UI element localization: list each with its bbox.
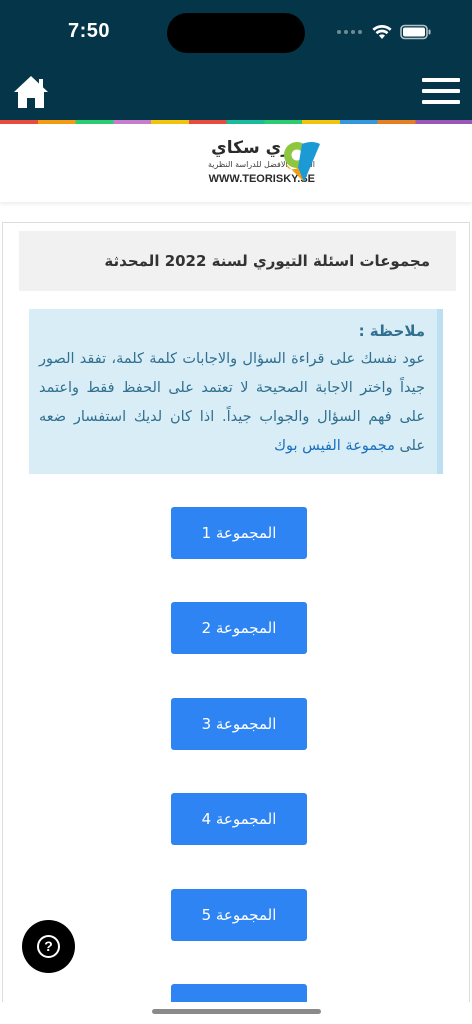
home-indicator bbox=[152, 1009, 321, 1014]
note-box: ملاحظة : عود نفسك على قراءة السؤال والاج… bbox=[29, 309, 443, 474]
wifi-icon bbox=[372, 24, 392, 39]
group-6-button-partial[interactable] bbox=[171, 984, 307, 1002]
home-button[interactable] bbox=[12, 74, 50, 110]
signal-dots-icon bbox=[337, 30, 362, 34]
facebook-group-link[interactable]: مجموعة الفيس بوك bbox=[274, 438, 395, 454]
status-bar: 7:50 bbox=[0, 0, 472, 64]
help-question-icon: ? bbox=[37, 935, 60, 958]
page-title: مجموعات اسئلة التيوري لسنة 2022 المحدثة bbox=[19, 231, 456, 291]
logo-pin-icon bbox=[284, 142, 320, 182]
system-icons bbox=[337, 22, 432, 42]
note-title: ملاحظة : bbox=[358, 322, 425, 340]
status-time: 7:50 bbox=[68, 20, 111, 42]
logo-bar: تيوري سكاي الوسيلة الافضل للدراسة النظري… bbox=[0, 124, 472, 202]
home-icon bbox=[14, 76, 48, 108]
battery-icon bbox=[400, 24, 431, 40]
group-5-button[interactable]: المجموعة 5 bbox=[171, 889, 307, 941]
help-button[interactable]: ? bbox=[22, 920, 75, 973]
dynamic-island bbox=[167, 13, 305, 53]
group-3-button[interactable]: المجموعة 3 bbox=[171, 698, 307, 750]
group-2-button[interactable]: المجموعة 2 bbox=[171, 602, 307, 654]
hamburger-menu-icon[interactable] bbox=[422, 78, 460, 108]
content-card: مجموعات اسئلة التيوري لسنة 2022 المحدثة … bbox=[2, 222, 470, 1002]
app-header bbox=[0, 64, 472, 120]
group-4-button[interactable]: المجموعة 4 bbox=[171, 793, 307, 845]
note-body: عود نفسك على قراءة السؤال والاجابات كلمة… bbox=[39, 345, 425, 461]
group-1-button[interactable]: المجموعة 1 bbox=[171, 507, 307, 559]
